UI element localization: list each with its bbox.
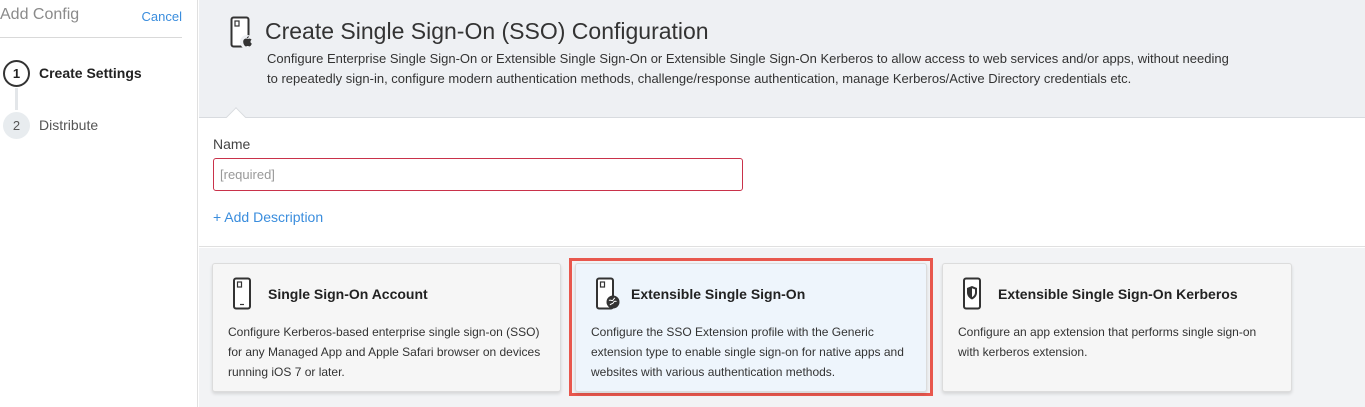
step-label: Distribute bbox=[39, 117, 99, 133]
step-connector bbox=[15, 88, 18, 110]
card-description: Configure Kerberos-based enterprise sing… bbox=[228, 325, 541, 379]
page-header: Create Single Sign-On (SSO) Configuratio… bbox=[199, 0, 1365, 118]
card-extensible-single-sign-on[interactable]: Extensible Single Sign-On Configure the … bbox=[575, 263, 927, 392]
sidebar-title: Add Config bbox=[0, 6, 80, 23]
card-extensible-sso-kerberos[interactable]: Extensible Single Sign-On Kerberos Confi… bbox=[942, 263, 1292, 392]
name-input[interactable] bbox=[213, 158, 743, 191]
card-description: Configure an app extension that performs… bbox=[958, 325, 1257, 359]
sso-type-cards: Single Sign-On Account Configure Kerbero… bbox=[199, 248, 1365, 407]
card-title: Extensible Single Sign-On Kerberos bbox=[998, 286, 1238, 302]
add-description-link[interactable]: + Add Description bbox=[213, 209, 323, 225]
step-number: 2 bbox=[3, 111, 30, 139]
step-number: 1 bbox=[3, 59, 30, 87]
phone-apple-icon bbox=[230, 16, 256, 57]
sidebar-header: Add Config Cancel bbox=[0, 0, 182, 38]
phone-icon bbox=[231, 277, 253, 316]
name-label: Name bbox=[213, 136, 251, 152]
step-create-settings[interactable]: 1 Create Settings bbox=[3, 59, 142, 87]
phone-shield-icon bbox=[961, 277, 983, 316]
card-single-sign-on-account[interactable]: Single Sign-On Account Configure Kerbero… bbox=[212, 263, 561, 392]
card-title: Extensible Single Sign-On bbox=[631, 286, 806, 302]
cancel-button[interactable]: Cancel bbox=[142, 9, 182, 24]
sidebar: Add Config Cancel 1 Create Settings 2 Di… bbox=[0, 0, 198, 407]
description-line: Configure Enterprise Single Sign-On or E… bbox=[267, 51, 1229, 66]
description-line: to repeatedly sign-in, configure modern … bbox=[267, 71, 1132, 86]
card-description: Configure the SSO Extension profile with… bbox=[591, 325, 904, 379]
config-form: Name + Add Description bbox=[199, 119, 1365, 247]
step-label: Create Settings bbox=[39, 65, 142, 81]
page-title: Create Single Sign-On (SSO) Configuratio… bbox=[265, 18, 709, 44]
phone-globe-icon bbox=[594, 277, 620, 316]
page-description: Configure Enterprise Single Sign-On or E… bbox=[267, 49, 1365, 89]
card-title: Single Sign-On Account bbox=[268, 286, 428, 302]
main-panel: Create Single Sign-On (SSO) Configuratio… bbox=[199, 0, 1365, 407]
step-distribute[interactable]: 2 Distribute bbox=[3, 111, 98, 139]
